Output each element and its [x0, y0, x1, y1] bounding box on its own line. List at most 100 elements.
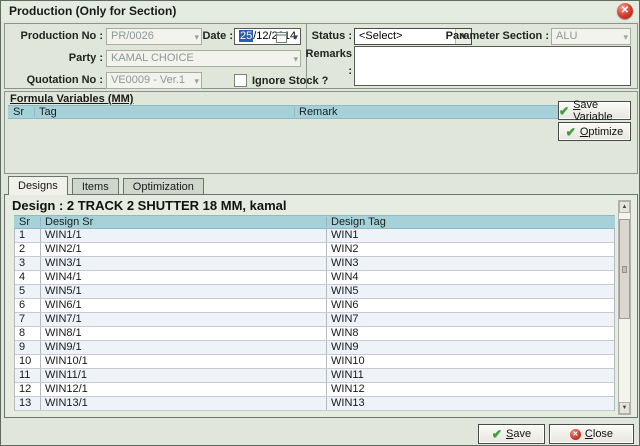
- close-button[interactable]: ✕ Close: [549, 424, 634, 444]
- parameter-section-label: Parameter Section :: [445, 28, 549, 45]
- status-value: <Select>: [359, 30, 402, 42]
- cell-design-tag: WIN12: [327, 383, 614, 396]
- cell-design-sr: WIN8/1: [41, 327, 327, 340]
- cell-design-sr: WIN2/1: [41, 243, 327, 256]
- quotation-no-value: VE0009 - Ver.1: [111, 74, 185, 86]
- save-variable-button[interactable]: ✔ Save Variable: [558, 101, 631, 120]
- production-window: Production (Only for Section) ✕ Producti…: [0, 0, 640, 446]
- table-row[interactable]: 10WIN10/1WIN10: [15, 355, 614, 369]
- cell-design-tag: WIN7: [327, 313, 614, 326]
- table-row[interactable]: 3WIN3/1WIN3: [15, 257, 614, 271]
- save-button[interactable]: ✔ Save: [478, 424, 545, 444]
- cell-design-tag: WIN4: [327, 271, 614, 284]
- table-row[interactable]: 5WIN5/1WIN5: [15, 285, 614, 299]
- table-row[interactable]: 11WIN11/1WIN11: [15, 369, 614, 383]
- date-label: Date :: [201, 28, 233, 45]
- cell-sr: 8: [15, 327, 41, 340]
- design-col-sr: Sr: [19, 216, 30, 229]
- date-picker[interactable]: 25/12/2014 ▾: [234, 28, 301, 45]
- vertical-scrollbar[interactable]: ▲ ▼: [618, 200, 631, 415]
- formula-table-body: [8, 119, 559, 170]
- designs-tab-panel: Design : 2 TRACK 2 SHUTTER 18 MM, kamal …: [4, 194, 638, 418]
- cell-design-tag: WIN6: [327, 299, 614, 312]
- design-col-design-tag: Design Tag: [331, 216, 386, 229]
- calendar-icon[interactable]: [276, 32, 287, 43]
- quotation-no-combo[interactable]: VE0009 - Ver.1 ▾: [106, 72, 202, 89]
- optimize-button[interactable]: ✔ Optimize: [558, 122, 631, 141]
- close-button-label: Close: [585, 428, 613, 440]
- ignore-stock-checkbox[interactable]: [234, 74, 247, 87]
- scrollbar-thumb[interactable]: [619, 219, 630, 319]
- cell-design-sr: WIN13/1: [41, 397, 327, 410]
- parameter-section-value: ALU: [556, 30, 577, 42]
- window-close-icon[interactable]: ✕: [617, 3, 633, 19]
- quotation-no-label: Quotation No :: [7, 72, 103, 89]
- tab-designs[interactable]: Designs: [8, 176, 68, 195]
- table-row[interactable]: 13WIN13/1WIN13: [15, 397, 614, 411]
- table-row[interactable]: 2WIN2/1WIN2: [15, 243, 614, 257]
- parameter-section-combo[interactable]: ALU ▾: [551, 28, 631, 45]
- cell-design-tag: WIN1: [327, 229, 614, 242]
- formula-variables-panel: Formula Variables (MM) Sr Tag Remark ✔ S…: [4, 91, 638, 174]
- formula-col-remark: Remark: [299, 106, 338, 119]
- chevron-down-icon: ▾: [194, 30, 199, 45]
- formula-col-tag: Tag: [39, 106, 57, 119]
- table-row[interactable]: 6WIN6/1WIN6: [15, 299, 614, 313]
- cell-design-sr: WIN3/1: [41, 257, 327, 270]
- formula-variables-heading: Formula Variables (MM): [10, 93, 133, 105]
- table-row[interactable]: 8WIN8/1WIN8: [15, 327, 614, 341]
- cell-design-sr: WIN11/1: [41, 369, 327, 382]
- table-row[interactable]: 7WIN7/1WIN7: [15, 313, 614, 327]
- ignore-stock-label: Ignore Stock ?: [252, 75, 328, 87]
- cell-design-tag: WIN2: [327, 243, 614, 256]
- formula-table-header: Sr Tag Remark: [8, 105, 559, 119]
- cell-sr: 11: [15, 369, 41, 382]
- column-separator: [294, 107, 295, 117]
- cell-sr: 7: [15, 313, 41, 326]
- cell-sr: 1: [15, 229, 41, 242]
- cell-design-tag: WIN13: [327, 397, 614, 410]
- ignore-stock-row: Ignore Stock ?: [234, 74, 328, 87]
- window-title: Production (Only for Section): [9, 4, 176, 18]
- tab-items[interactable]: Items: [72, 178, 119, 195]
- cell-design-sr: WIN7/1: [41, 313, 327, 326]
- party-label: Party :: [7, 50, 103, 67]
- date-day-selected: 25: [239, 30, 253, 42]
- close-icon: ✕: [570, 429, 581, 440]
- cell-sr: 5: [15, 285, 41, 298]
- design-table-header: Sr Design Sr Design Tag: [14, 215, 615, 229]
- table-row[interactable]: 12WIN12/1WIN12: [15, 383, 614, 397]
- scroll-down-icon[interactable]: ▼: [619, 402, 630, 414]
- table-row[interactable]: 1WIN1/1WIN1: [15, 229, 614, 243]
- cell-design-tag: WIN9: [327, 341, 614, 354]
- optimize-label: Optimize: [580, 126, 623, 138]
- check-icon: ✔: [559, 106, 569, 116]
- cell-design-tag: WIN10: [327, 355, 614, 368]
- party-combo[interactable]: KAMAL CHOICE ▾: [106, 50, 301, 67]
- cell-sr: 6: [15, 299, 41, 312]
- remarks-textarea[interactable]: [354, 46, 631, 86]
- cell-sr: 10: [15, 355, 41, 368]
- tab-optimization[interactable]: Optimization: [123, 178, 204, 195]
- chevron-down-icon: ▾: [194, 74, 199, 89]
- cell-design-tag: WIN3: [327, 257, 614, 270]
- chevron-down-icon[interactable]: ▾: [293, 30, 298, 45]
- cell-sr: 2: [15, 243, 41, 256]
- design-heading: Design : 2 TRACK 2 SHUTTER 18 MM, kamal: [12, 198, 287, 213]
- cell-design-sr: WIN10/1: [41, 355, 327, 368]
- scroll-up-icon[interactable]: ▲: [619, 201, 630, 213]
- scrollbar-track[interactable]: [619, 213, 630, 402]
- cell-design-sr: WIN4/1: [41, 271, 327, 284]
- table-row[interactable]: 9WIN9/1WIN9: [15, 341, 614, 355]
- cell-design-tag: WIN11: [327, 369, 614, 382]
- cell-sr: 13: [15, 397, 41, 410]
- column-separator: [40, 217, 41, 227]
- check-icon: ✔: [492, 429, 502, 439]
- table-row[interactable]: 4WIN4/1WIN4: [15, 271, 614, 285]
- cell-sr: 4: [15, 271, 41, 284]
- save-variable-label: Save Variable: [573, 99, 630, 123]
- cell-design-sr: WIN1/1: [41, 229, 327, 242]
- design-table-body: 1WIN1/1WIN12WIN2/1WIN23WIN3/1WIN34WIN4/1…: [14, 229, 615, 411]
- production-no-combo[interactable]: PR/0026 ▾: [106, 28, 202, 45]
- date-rest: /12/2014: [253, 30, 296, 42]
